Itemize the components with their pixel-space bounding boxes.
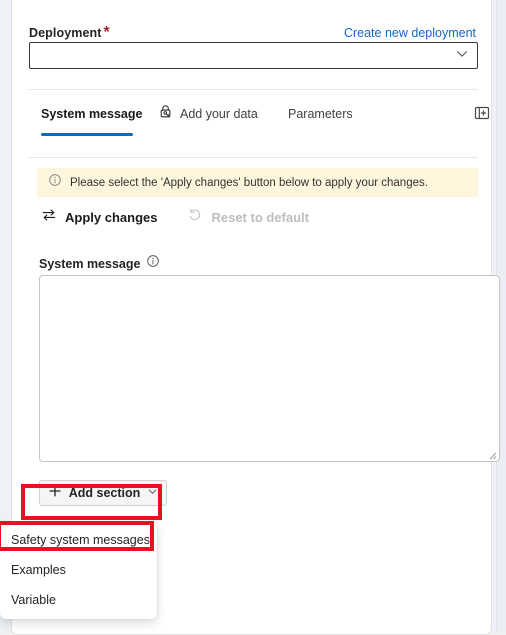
apply-changes-label: Apply changes xyxy=(65,209,158,225)
tab-system-message[interactable]: System message xyxy=(41,103,142,125)
tab-parameters[interactable]: Parameters xyxy=(288,103,353,125)
menu-item-variable[interactable]: Variable xyxy=(0,587,157,613)
command-bar: Apply changes Reset to default xyxy=(37,203,313,231)
lock-key-icon xyxy=(158,103,174,125)
chevron-down-small-icon xyxy=(147,484,158,502)
system-message-field-label-row: System message xyxy=(39,254,160,273)
active-tab-indicator xyxy=(41,133,133,136)
panel-expand-icon[interactable] xyxy=(472,103,492,123)
divider-below-tabs xyxy=(29,157,478,158)
apply-changes-button[interactable]: Apply changes xyxy=(37,204,161,230)
tab-system-message-label: System message xyxy=(41,107,143,121)
divider-below-deployment xyxy=(29,89,478,90)
add-section-dropdown-menu: Safety system messages Examples Variable xyxy=(0,523,157,619)
menu-item-examples[interactable]: Examples xyxy=(0,557,157,583)
resize-grip-icon[interactable] xyxy=(485,447,497,460)
reset-to-default-button[interactable]: Reset to default xyxy=(183,204,313,230)
apply-changes-info-banner: Please select the 'Apply changes' button… xyxy=(37,168,478,197)
add-section-button[interactable]: Add section xyxy=(39,480,167,506)
app-root: Deployment * Create new deployment System… xyxy=(0,0,506,635)
deployment-label-text: Deployment xyxy=(29,26,102,40)
tab-bar: System message Add your data Parameters xyxy=(29,103,490,137)
system-message-textarea[interactable] xyxy=(39,275,500,462)
create-new-deployment-link[interactable]: Create new deployment xyxy=(344,26,476,40)
tab-parameters-label: Parameters xyxy=(288,107,353,121)
tab-add-your-data-label: Add your data xyxy=(180,107,258,121)
plus-icon xyxy=(48,484,62,503)
add-section-label: Add section xyxy=(68,486,141,500)
undo-arrow-icon xyxy=(187,207,203,228)
system-message-field-label: System message xyxy=(39,256,141,271)
deployment-label: Deployment * xyxy=(29,24,110,42)
info-circle-icon xyxy=(48,173,62,192)
deployment-header-row: Deployment * Create new deployment xyxy=(29,24,476,42)
menu-item-safety-system-messages[interactable]: Safety system messages xyxy=(0,527,157,553)
info-circle-icon[interactable] xyxy=(146,254,160,273)
swap-arrows-icon xyxy=(41,207,57,228)
deployment-required-asterisk: * xyxy=(103,24,110,41)
banner-message-text: Please select the 'Apply changes' button… xyxy=(70,176,428,189)
deployment-select[interactable] xyxy=(29,42,478,69)
tab-add-your-data[interactable]: Add your data xyxy=(158,103,258,125)
chevron-down-icon xyxy=(455,46,469,65)
reset-to-default-label: Reset to default xyxy=(211,209,309,225)
